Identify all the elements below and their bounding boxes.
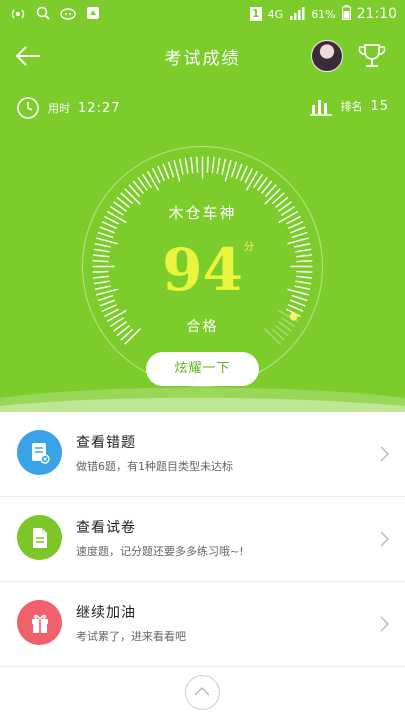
gauge-tick	[216, 157, 221, 174]
score-value: 94	[162, 236, 243, 304]
sim-slot-badge: 1	[249, 7, 262, 21]
network-type: 4G	[267, 7, 284, 21]
time-value: 12:27	[78, 100, 121, 116]
clock: 21:10	[356, 6, 397, 22]
hotspot-icon	[10, 6, 26, 23]
trophy-button[interactable]	[356, 40, 388, 72]
chevron-right-icon	[380, 531, 389, 547]
result-hero: 1 4G 61% 21:10 考试成绩 用时 12:27 排名 15 木仓车神 …	[0, 0, 405, 412]
gauge-tick	[101, 304, 117, 312]
search-icon	[36, 6, 50, 23]
rank-label: 排名	[340, 100, 363, 113]
avatar[interactable]	[311, 40, 343, 72]
list-item-keep-going[interactable]: 继续加油 考试累了，进来看看吧	[0, 582, 405, 667]
pass-status: 合格	[186, 319, 219, 335]
gauge-tick	[167, 161, 175, 178]
gift-icon	[17, 600, 62, 645]
gauge-tick	[288, 304, 304, 312]
clock-icon	[17, 97, 39, 119]
gauge-tick	[245, 170, 259, 191]
gauge-tick	[230, 161, 238, 178]
battery-icon	[341, 5, 351, 23]
trophy-icon	[358, 44, 386, 67]
bar-chart-icon	[310, 100, 333, 116]
battery-percent: 61%	[311, 7, 336, 21]
item-title: 继续加油	[76, 605, 136, 621]
rank-title: 木仓车神	[168, 204, 237, 222]
action-list: 查看错题 做错6题，有1种题目类型未达标 查看试卷 速度题，记分题还要多多练习哦…	[0, 412, 405, 667]
rank-value: 15	[370, 98, 389, 114]
share-button[interactable]: 炫耀一下	[146, 352, 259, 386]
item-title: 查看试卷	[76, 520, 136, 536]
gauge-tick	[211, 157, 215, 174]
gauge-tick	[240, 165, 248, 181]
app-header: 考试成绩	[0, 34, 405, 78]
app-notification-icon	[60, 6, 76, 23]
time-used: 用时 12:27	[16, 96, 120, 120]
document-icon	[17, 515, 62, 560]
gauge-tick	[190, 157, 194, 174]
score-unit: 分	[244, 242, 254, 253]
gauge-tick	[224, 160, 232, 182]
gauge-tick	[99, 226, 115, 234]
time-label: 用时	[48, 102, 70, 115]
status-bar: 1 4G 61% 21:10	[0, 0, 405, 30]
gauge-tick	[221, 158, 227, 175]
item-subtitle: 做错6题，有1种题目类型未达标	[76, 460, 233, 473]
gauge-tick	[184, 157, 189, 174]
gauge-tick	[206, 156, 209, 173]
gauge-tick	[196, 156, 199, 173]
stats-row: 用时 12:27 排名 15	[0, 94, 405, 126]
expand-up-button[interactable]	[185, 675, 220, 710]
wrong-questions-icon	[17, 430, 62, 475]
gauge-tick	[157, 165, 165, 181]
signal-icon	[289, 6, 305, 23]
chevron-right-icon	[380, 446, 389, 462]
item-subtitle: 速度题，记分题还要多多练习哦~!	[76, 545, 244, 558]
gauge-tick	[173, 160, 181, 182]
chevron-right-icon	[380, 616, 389, 632]
list-item-view-paper[interactable]: 查看试卷 速度题，记分题还要多多练习哦~!	[0, 497, 405, 582]
ranking: 排名 15	[310, 96, 389, 116]
item-subtitle: 考试累了，进来看看吧	[76, 630, 186, 643]
gauge-tick	[178, 158, 184, 175]
gauge-tick	[162, 163, 170, 179]
item-title: 查看错题	[76, 435, 136, 451]
recycle-notification-icon	[86, 6, 100, 23]
list-item-review-mistakes[interactable]: 查看错题 做错6题，有1种题目类型未达标	[0, 412, 405, 497]
gauge-tick	[146, 170, 160, 191]
gauge-tick	[235, 163, 243, 179]
gauge-tick	[290, 226, 306, 234]
page-title: 考试成绩	[164, 49, 241, 69]
chevron-up-icon	[194, 686, 210, 696]
